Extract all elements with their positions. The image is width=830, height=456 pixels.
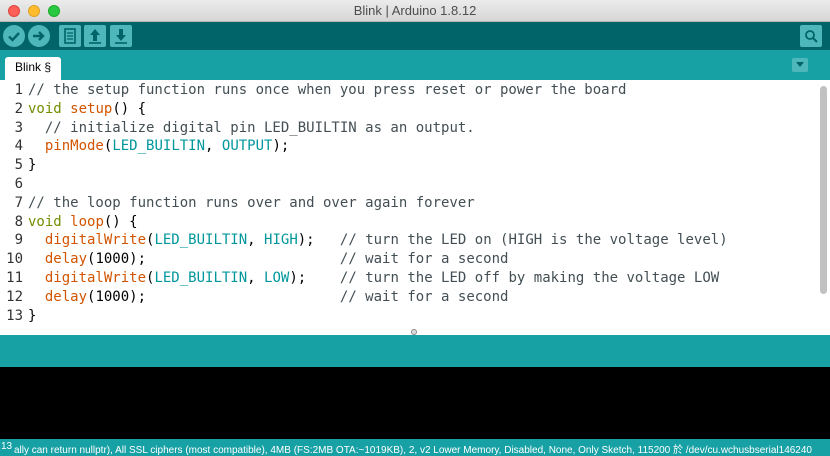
- editor-scrollbar[interactable]: [820, 86, 827, 294]
- code-text: delay(1000); // wait for a second: [28, 288, 509, 307]
- code-token: () {: [103, 213, 138, 230]
- save-sketch-button[interactable]: [110, 25, 132, 47]
- code-token: void: [28, 100, 62, 117]
- line-number: 2: [14, 100, 23, 117]
- code-token: void: [28, 213, 62, 230]
- window-title: Blink | Arduino 1.8.12: [353, 3, 477, 18]
- code-token: );: [297, 232, 340, 249]
- new-sketch-icon: [64, 28, 76, 44]
- code-text: delay(1000); // wait for a second: [28, 250, 509, 269]
- line-number: 1: [14, 82, 23, 98]
- console-output: [0, 367, 830, 439]
- code-text: // the setup function runs once when you…: [28, 81, 626, 100]
- code-token: // the setup function runs once when you…: [28, 82, 627, 98]
- code-token: // initialize digital pin LED_BUILTIN as…: [44, 119, 475, 136]
- code-token: );: [289, 269, 340, 286]
- line-number: 3: [14, 119, 23, 136]
- serial-monitor-button[interactable]: [800, 25, 822, 47]
- code-token: }: [28, 307, 37, 324]
- serial-monitor-icon: [805, 30, 818, 43]
- code-token: delay: [44, 251, 88, 268]
- code-token: ,: [205, 138, 222, 155]
- code-text: }: [28, 307, 36, 326]
- chevron-down-icon: [796, 62, 804, 67]
- code-token: LED_BUILTIN: [154, 269, 248, 286]
- line-number: 5: [14, 157, 23, 174]
- code-token: ,: [247, 269, 265, 286]
- code-token: LOW: [264, 269, 290, 286]
- resize-grip[interactable]: [411, 329, 417, 335]
- tab-bar: Blink §: [0, 50, 830, 80]
- code-token: (1000);: [87, 251, 340, 268]
- verify-button[interactable]: [3, 25, 25, 47]
- code-token: digitalWrite: [44, 232, 147, 249]
- tab-menu-button[interactable]: [792, 58, 808, 72]
- code-token: );: [272, 138, 290, 155]
- code-editor[interactable]: 1 // the setup function runs once when yo…: [0, 80, 830, 335]
- toolbar: [0, 22, 830, 50]
- status-bar: 13 ally can return nullptr), All SSL cip…: [0, 439, 830, 456]
- save-sketch-icon: [115, 29, 127, 44]
- code-token: delay: [44, 288, 88, 305]
- code-token: LED_BUILTIN: [154, 232, 248, 249]
- code-token: loop: [70, 213, 104, 230]
- code-text: void setup() {: [28, 100, 146, 119]
- line-number: 12: [6, 288, 23, 305]
- upload-arrow-icon: [33, 31, 45, 41]
- upload-button[interactable]: [28, 25, 50, 47]
- status-line-number: 13: [1, 441, 13, 452]
- code-token: // turn the LED off by making the voltag…: [339, 269, 720, 286]
- code-token: setup: [70, 100, 113, 117]
- code-text: digitalWrite(LED_BUILTIN, LOW); // turn …: [28, 269, 719, 288]
- code-text: // initialize digital pin LED_BUILTIN as…: [28, 119, 475, 138]
- verify-icon: [8, 32, 20, 42]
- open-sketch-icon: [89, 29, 101, 44]
- code-token: // wait for a second: [339, 288, 509, 305]
- line-number: 4: [14, 138, 23, 155]
- code-token: digitalWrite: [44, 269, 147, 286]
- code-token: (1000);: [87, 288, 340, 305]
- code-token: // turn the LED on (HIGH is the voltage …: [339, 232, 728, 249]
- code-text: pinMode(LED_BUILTIN, OUTPUT);: [28, 137, 289, 156]
- code-token: pinMode: [44, 138, 104, 155]
- line-number: 7: [14, 194, 23, 211]
- code-token: }: [28, 157, 37, 174]
- line-number: 13: [6, 307, 23, 324]
- code-token: // the loop function runs over and over …: [28, 194, 475, 211]
- code-token: ,: [247, 232, 265, 249]
- code-text: void loop() {: [28, 213, 138, 232]
- title-bar: Blink | Arduino 1.8.12: [0, 0, 830, 22]
- line-number: 9: [14, 232, 23, 249]
- line-number: 6: [14, 175, 23, 192]
- code-token: LED_BUILTIN: [112, 138, 206, 155]
- code-token: // wait for a second: [339, 251, 509, 268]
- status-board-info: ally can return nullptr), All SSL cipher…: [13, 445, 812, 456]
- editor-console-divider[interactable]: [0, 329, 830, 367]
- code-token: OUTPUT: [221, 138, 273, 155]
- code-token: () {: [112, 100, 147, 117]
- new-sketch-button[interactable]: [59, 25, 81, 47]
- code-text: // the loop function runs over and over …: [28, 194, 475, 213]
- line-number: 8: [14, 213, 23, 230]
- line-number: 10: [6, 251, 23, 268]
- line-number: 11: [6, 269, 23, 286]
- code-text: }: [28, 156, 36, 175]
- open-sketch-button[interactable]: [84, 25, 106, 47]
- tab-blink[interactable]: Blink §: [5, 57, 62, 80]
- code-text: digitalWrite(LED_BUILTIN, HIGH); // turn…: [28, 231, 728, 250]
- code-token: HIGH: [264, 232, 298, 249]
